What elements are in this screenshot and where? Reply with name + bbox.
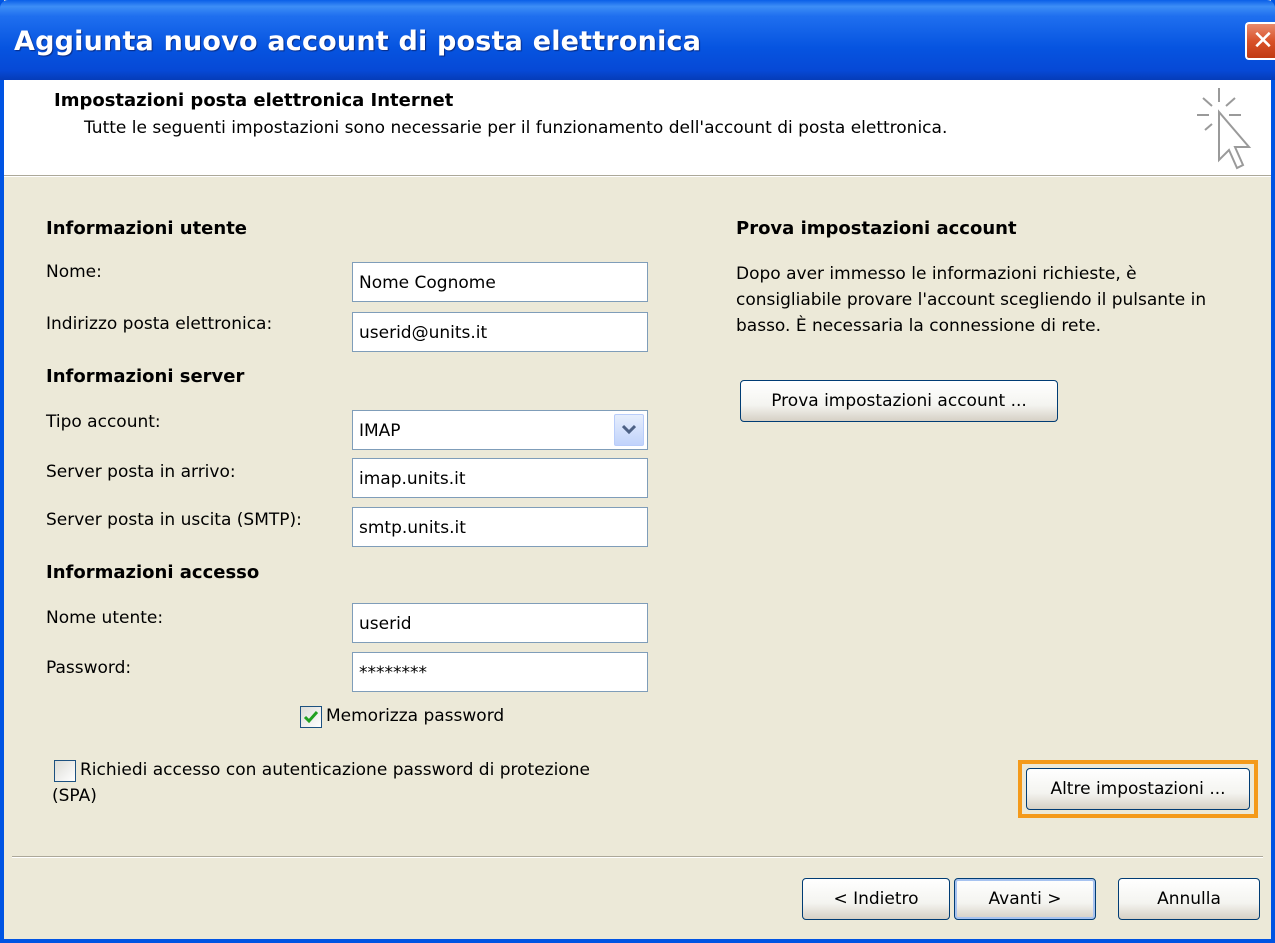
spa-checkbox[interactable] <box>54 760 76 782</box>
incoming-server-label: Server posta in arrivo: <box>46 462 236 482</box>
email-label: Indirizzo posta elettronica: <box>46 314 273 334</box>
close-button[interactable]: ✕ <box>1245 22 1275 60</box>
dropdown-arrow-button[interactable] <box>614 414 644 446</box>
back-button[interactable]: < Indietro <box>802 878 950 920</box>
next-button[interactable]: Avanti > <box>954 878 1096 920</box>
wizard-header: Impostazioni posta elettronica Internet … <box>4 80 1271 176</box>
username-label: Nome utente: <box>46 608 164 628</box>
dialog-window: Aggiunta nuovo account di posta elettron… <box>0 0 1275 943</box>
more-settings-button[interactable]: Altre impostazioni ... <box>1026 768 1250 810</box>
wizard-cursor-icon <box>1197 88 1252 170</box>
title-bar[interactable]: Aggiunta nuovo account di posta elettron… <box>0 0 1275 80</box>
footer-divider-highlight <box>12 857 1263 858</box>
window-title: Aggiunta nuovo account di posta elettron… <box>14 26 702 57</box>
password-label: Password: <box>46 658 132 678</box>
test-account-settings-button[interactable]: Prova impostazioni account ... <box>740 380 1058 422</box>
spa-label-line1[interactable]: Richiedi accesso con autenticazione pass… <box>80 760 590 780</box>
cancel-button[interactable]: Annulla <box>1118 878 1260 920</box>
email-field[interactable]: userid@units.it <box>352 312 648 352</box>
password-field[interactable]: ******** <box>352 652 648 692</box>
user-info-heading: Informazioni utente <box>46 218 248 239</box>
outgoing-server-label: Server posta in uscita (SMTP): <box>46 510 302 530</box>
test-description-line2: consigliabile provare l'account sceglien… <box>736 290 1207 310</box>
header-title: Impostazioni posta elettronica Internet <box>54 90 454 111</box>
checkmark-icon <box>303 711 319 724</box>
header-divider <box>4 176 1271 177</box>
test-settings-heading: Prova impostazioni account <box>736 218 1017 239</box>
username-field[interactable]: userid <box>352 603 648 643</box>
remember-password-checkbox[interactable] <box>300 706 322 728</box>
incoming-server-field[interactable]: imap.units.it <box>352 458 648 498</box>
chevron-down-icon <box>622 424 636 435</box>
name-field[interactable]: Nome Cognome <box>352 262 648 302</box>
account-type-label: Tipo account: <box>46 412 161 432</box>
test-description-line1: Dopo aver immesso le informazioni richie… <box>736 264 1137 284</box>
account-type-select[interactable]: IMAP <box>352 410 648 450</box>
spa-label-line2[interactable]: (SPA) <box>52 786 97 806</box>
name-label: Nome: <box>46 262 102 282</box>
server-info-heading: Informazioni server <box>46 366 245 387</box>
account-type-value: IMAP <box>359 421 401 441</box>
header-subtitle: Tutte le seguenti impostazioni sono nece… <box>84 118 948 138</box>
login-info-heading: Informazioni accesso <box>46 562 260 583</box>
test-description-line3: basso. È necessaria la connessione di re… <box>736 316 1101 336</box>
remember-password-label[interactable]: Memorizza password <box>326 706 504 726</box>
outgoing-server-field[interactable]: smtp.units.it <box>352 507 648 547</box>
